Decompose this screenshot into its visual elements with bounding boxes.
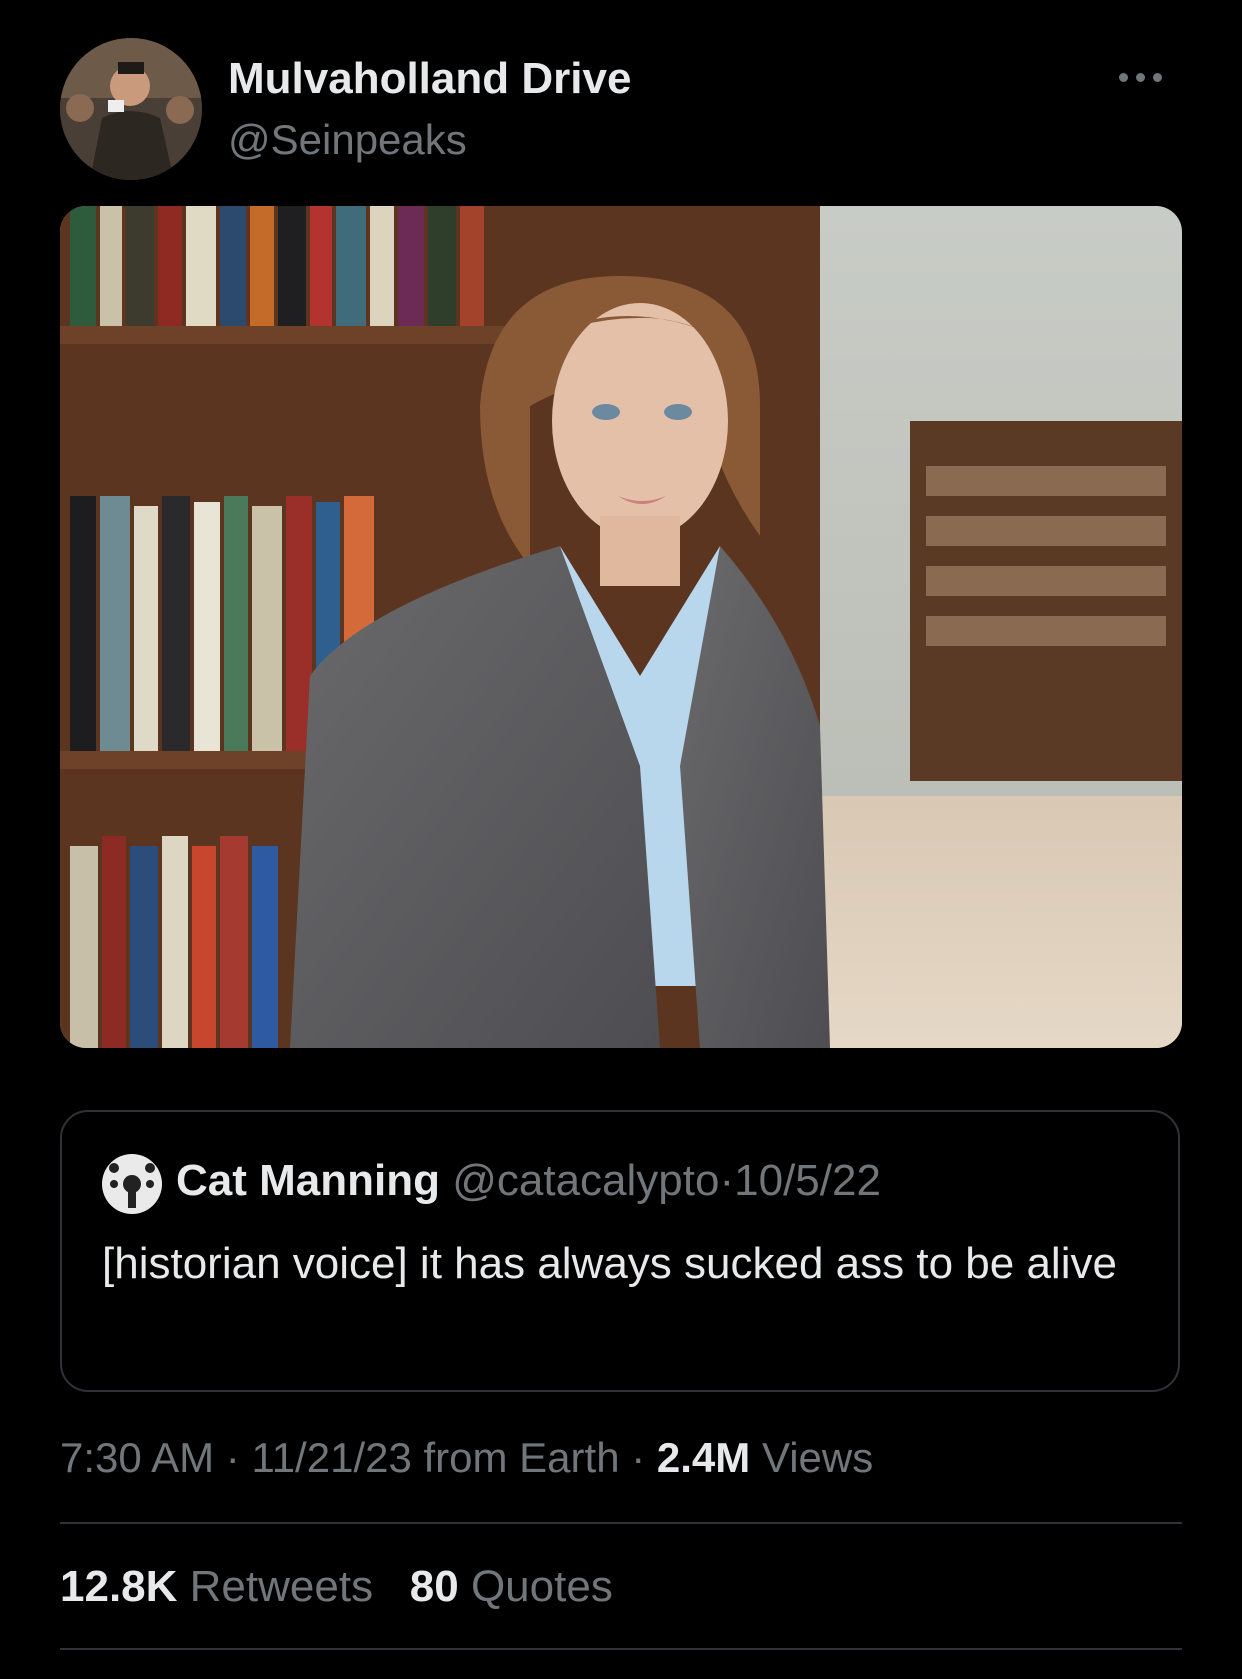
retweets-count: 12.8K	[60, 1562, 178, 1611]
tweet-timestamp: 7:30 AM · 11/21/23 from Earth · 2.4M Vie…	[60, 1434, 873, 1482]
retweets-stat[interactable]: 12.8K Retweets	[60, 1562, 373, 1611]
timestamp-separator: ·	[225, 1434, 240, 1481]
views-count: 2.4M	[656, 1434, 751, 1481]
dot	[1118, 72, 1128, 82]
dot	[1135, 72, 1145, 82]
quotes-label: Quotes	[470, 1562, 613, 1611]
quoted-tweet-text: [historian voice] it has always sucked a…	[102, 1239, 1117, 1288]
quotes-count: 80	[409, 1562, 459, 1611]
quoted-separator: ·	[719, 1156, 735, 1205]
views-label: Views	[761, 1434, 874, 1481]
quoted-tweet-header: Cat Manning @catacalypto·10/5/22	[176, 1156, 881, 1206]
quoted-handle[interactable]: @catacalypto	[452, 1156, 719, 1205]
divider	[60, 1522, 1182, 1524]
author-avatar[interactable]	[60, 38, 202, 180]
quoted-author-avatar[interactable]	[102, 1154, 162, 1214]
author-handle[interactable]: @Seinpeaks	[228, 116, 467, 164]
quoted-tweet-card[interactable]: Cat Manning @catacalypto·10/5/22 [histor…	[60, 1110, 1180, 1392]
timestamp-separator-2: ·	[631, 1434, 646, 1481]
tweet-time[interactable]: 7:30 AM	[60, 1434, 214, 1481]
quoted-display-name[interactable]: Cat Manning	[176, 1156, 440, 1205]
quotes-stat[interactable]: 80 Quotes	[410, 1562, 613, 1611]
author-display-name[interactable]: Mulvaholland Drive	[228, 54, 631, 104]
dot	[1152, 72, 1162, 82]
retweets-label: Retweets	[189, 1562, 374, 1611]
divider	[60, 1648, 1182, 1650]
quoted-date[interactable]: 10/5/22	[734, 1156, 881, 1205]
more-options-icon[interactable]	[1104, 62, 1176, 92]
tweet-stats: 12.8K Retweets 80 Quotes	[60, 1562, 613, 1612]
tweet-date-source[interactable]: 11/21/23 from Earth	[251, 1434, 619, 1481]
tweet-photo[interactable]	[60, 206, 1182, 1048]
